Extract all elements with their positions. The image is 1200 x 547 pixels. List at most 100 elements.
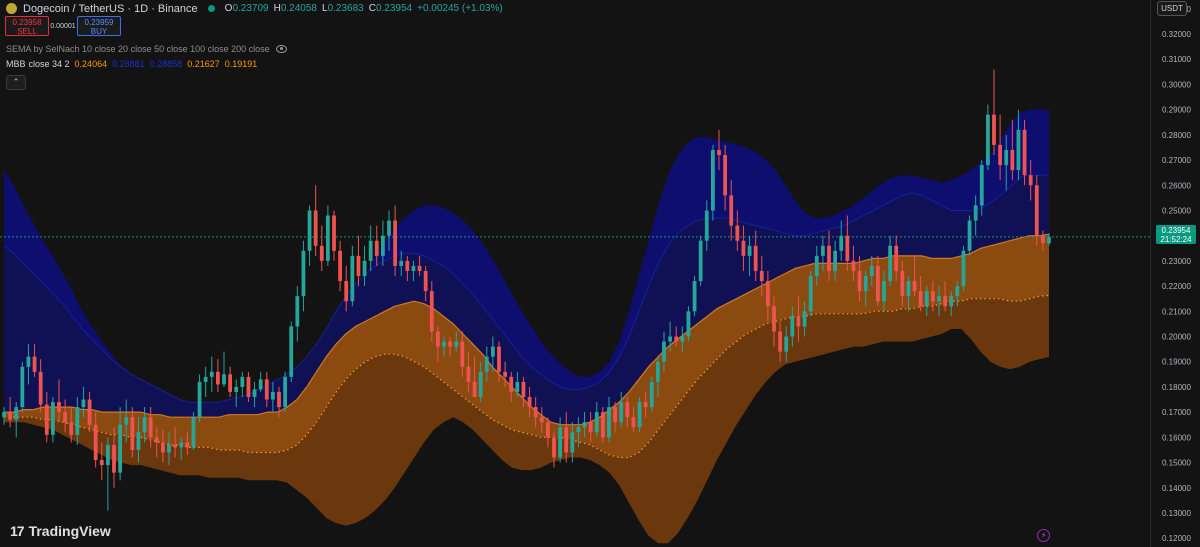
y-axis-tick-label: 0.17000 <box>1162 408 1191 417</box>
tradingview-logo[interactable]: 17 TradingView <box>10 523 111 539</box>
eye-hidden-icon[interactable] <box>275 45 287 53</box>
buy-button[interactable]: 0.23959 BUY <box>77 16 121 36</box>
candle-up <box>710 149 715 211</box>
candle-down <box>423 270 428 292</box>
candle-down <box>772 306 776 332</box>
candle-up <box>1016 129 1021 171</box>
candle-up <box>747 245 752 256</box>
candle-up <box>484 356 489 372</box>
candle-up <box>1004 149 1009 166</box>
candle-down <box>552 437 556 458</box>
candle-up <box>222 374 226 385</box>
y-axis-tick-label: 0.12000 <box>1162 534 1191 543</box>
candle-down <box>38 371 43 405</box>
y-axis-tick-label: 0.30000 <box>1162 80 1191 89</box>
candle-down <box>900 270 905 297</box>
candle-down <box>246 376 251 398</box>
candle-down <box>875 265 880 302</box>
candle-down <box>765 281 770 307</box>
candle-up <box>973 205 978 221</box>
sell-price: 0.23958 <box>12 18 42 27</box>
sema-label: SEMA by SelNach 10 close 20 close 50 clo… <box>6 44 270 54</box>
candle-up <box>820 245 825 256</box>
y-axis-tick-label: 0.25000 <box>1162 206 1191 215</box>
y-axis-tick-label: 0.13000 <box>1162 509 1191 518</box>
candle-up <box>576 427 581 433</box>
candle-up <box>686 311 691 337</box>
candle-down <box>912 281 917 292</box>
candle-down <box>631 417 636 428</box>
candle-down <box>466 366 471 382</box>
flash-icon[interactable]: ⚡ <box>1037 529 1050 542</box>
candle-up <box>582 422 587 428</box>
candle-up <box>839 235 844 251</box>
y-axis-tick-label: 0.29000 <box>1162 106 1191 115</box>
mbb-value: 0.19191 <box>224 59 258 69</box>
mbb-value: 0.28858 <box>149 59 183 69</box>
candle-up <box>167 444 171 453</box>
chevron-up-icon[interactable]: ⌃ <box>6 75 26 90</box>
candle-up <box>692 281 697 312</box>
candle-up <box>594 412 599 433</box>
candle-down <box>827 245 831 271</box>
candle-up <box>14 407 19 420</box>
symbol-title[interactable]: Dogecoin / TetherUS · 1D · Binance <box>23 3 198 15</box>
candle-down <box>588 422 593 433</box>
mbb-values: 0.24064 0.28881 0.28858 0.21627 0.19191 <box>75 59 263 69</box>
candle-down <box>674 336 679 342</box>
candle-up <box>662 341 666 362</box>
candle-down <box>374 240 379 256</box>
candle-up <box>387 220 391 236</box>
candle-down <box>1040 235 1045 244</box>
candle-down <box>332 215 336 251</box>
candle-up <box>26 356 31 367</box>
sema-indicator-legend[interactable]: SEMA by SelNach 10 close 20 close 50 clo… <box>6 44 287 54</box>
price-chart[interactable]: 0.12000 0.13000 0.14000 0.15000 0.16000 0.170… <box>0 0 1200 547</box>
candle-up <box>490 346 495 357</box>
candle-up <box>607 407 611 438</box>
candle-down <box>112 444 116 473</box>
candle-down <box>998 144 1003 166</box>
candle-down <box>448 341 453 347</box>
candle-up <box>289 326 294 377</box>
y-axis-tick-label: 0.22000 <box>1162 282 1191 291</box>
candle-up <box>863 276 868 292</box>
candle-down <box>393 220 398 266</box>
candle-up <box>1047 236 1051 244</box>
y-axis-tick-label: 0.15000 <box>1162 459 1191 468</box>
candle-down <box>63 412 68 423</box>
candle-down <box>729 195 734 226</box>
price-axis-border <box>1150 0 1151 547</box>
sell-button[interactable]: 0.23958 SELL <box>5 16 49 36</box>
candle-up <box>191 417 196 448</box>
candle-up <box>136 432 141 450</box>
candle-down <box>521 381 526 398</box>
candle-down <box>228 374 233 392</box>
sell-label: SELL <box>17 27 37 36</box>
candle-down <box>735 225 740 241</box>
candle-down <box>545 422 550 438</box>
bar-countdown: 21:52:24 <box>1160 235 1192 244</box>
candle-down <box>173 444 178 448</box>
candle-up <box>75 407 80 435</box>
mbb-name: MBB <box>6 59 26 69</box>
market-open-icon <box>207 5 215 12</box>
currency-button[interactable]: USDT <box>1157 1 1187 16</box>
candle-up <box>619 402 624 423</box>
y-axis-tick-label: 0.21000 <box>1162 307 1191 316</box>
candle-up <box>118 424 123 473</box>
mbb-indicator-legend[interactable]: MBB close 34 2 0.24064 0.28881 0.28858 0.21… <box>6 59 262 69</box>
price-change: +0.00245 (+1.03%) <box>417 3 503 14</box>
candle-down <box>319 245 324 261</box>
candle-up <box>961 250 966 287</box>
candle-down <box>918 291 923 307</box>
mbb-params: close 34 2 <box>28 59 70 69</box>
candle-up <box>637 402 642 428</box>
candle-up <box>882 281 886 302</box>
candle-down <box>778 331 783 352</box>
candle-down <box>32 356 37 372</box>
candle-up <box>790 316 795 337</box>
y-axis-tick-label: 0.32000 <box>1162 30 1191 39</box>
candle-up <box>124 417 129 425</box>
candle-down <box>472 381 477 398</box>
